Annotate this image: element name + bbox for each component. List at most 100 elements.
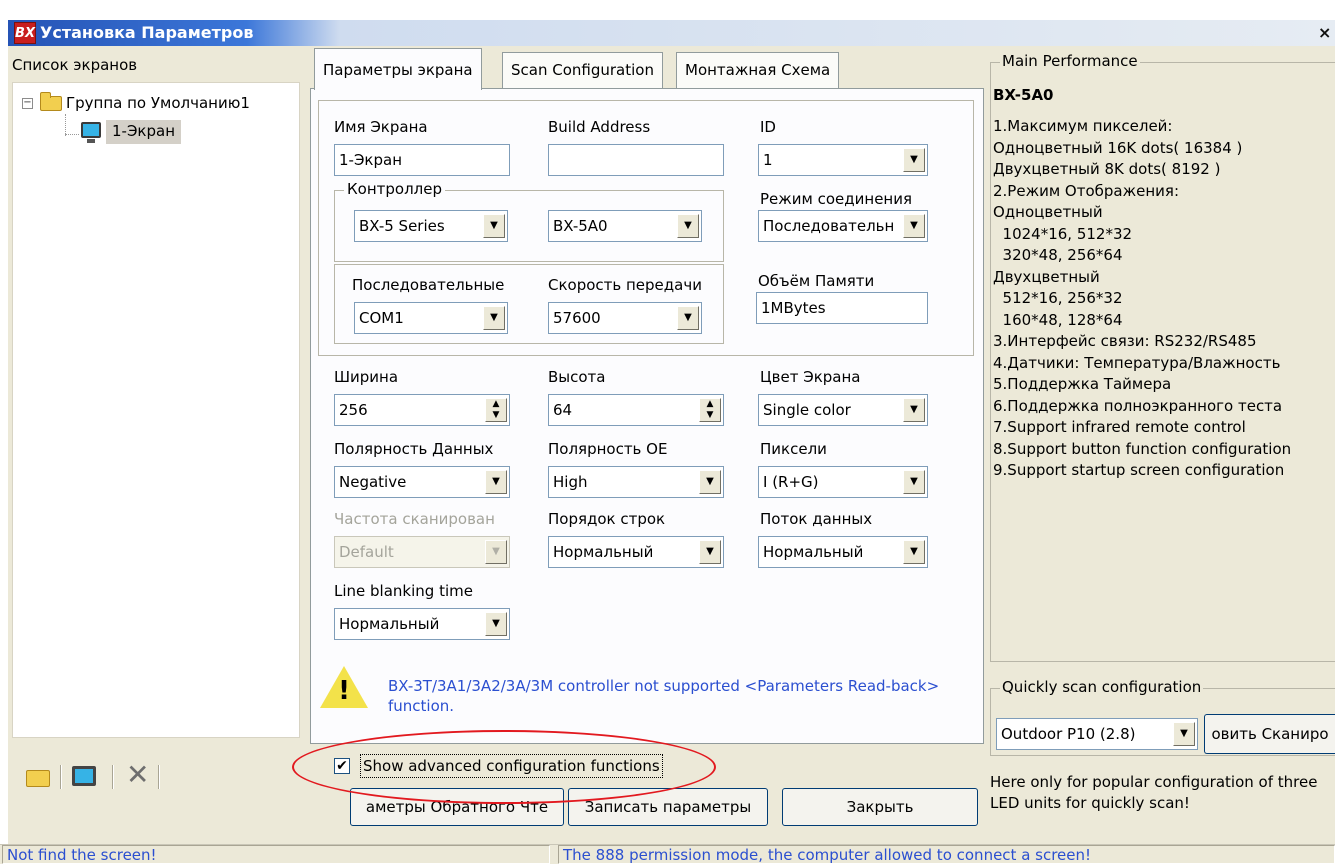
screen-name-label: Имя Экрана xyxy=(334,118,428,136)
performance-line: Двухцветный 8K dots( 8192 ) xyxy=(993,160,1221,178)
screen-color-label: Цвет Экрана xyxy=(760,368,861,386)
oe-polarity-select[interactable]: High ▼ xyxy=(548,466,724,498)
close-button[interactable]: Закрыть xyxy=(782,788,978,826)
serial-port-select[interactable]: COM1 ▼ xyxy=(354,302,508,334)
dropdown-arrow-icon[interactable]: ▼ xyxy=(903,398,925,422)
advanced-config-label[interactable]: Show advanced configuration functions xyxy=(360,754,663,778)
performance-line: 2.Режим Отображения: xyxy=(993,181,1179,200)
dropdown-arrow-icon[interactable]: ▼ xyxy=(903,148,925,172)
dropdown-arrow-icon[interactable]: ▼ xyxy=(677,306,699,330)
performance-line: 1.Максимум пикселей: xyxy=(993,117,1173,135)
performance-line: 4.Датчики: Температура/Влажность xyxy=(993,353,1281,372)
dropdown-arrow-icon[interactable]: ▼ xyxy=(903,214,925,238)
performance-line: 5.Поддержка Таймера xyxy=(993,375,1172,393)
performance-line: 3.Интерфейс связи: RS232/RS485 xyxy=(993,332,1257,350)
tab-scan-configuration[interactable]: Scan Configuration xyxy=(502,52,663,88)
status-right: The 888 permission mode, the computer al… xyxy=(558,845,1335,864)
apply-scan-button[interactable]: овить Сканиро xyxy=(1204,714,1335,754)
monitor-icon xyxy=(81,122,101,143)
pixels-label: Пиксели xyxy=(760,440,827,458)
add-screen-monitor-icon[interactable] xyxy=(72,766,96,786)
row-order-label: Порядок строк xyxy=(548,510,666,528)
performance-line: 320*48, 256*64 xyxy=(993,246,1123,264)
performance-line: 7.Support infrared remote control xyxy=(993,418,1246,436)
dropdown-arrow-icon[interactable]: ▼ xyxy=(485,612,507,636)
collapse-toggle-icon[interactable]: − xyxy=(22,98,33,109)
baud-rate-label: Скорость передачи xyxy=(548,276,702,294)
performance-line: 9.Support startup screen configuration xyxy=(993,461,1285,479)
dropdown-arrow-icon: ▼ xyxy=(485,540,507,564)
data-flow-label: Поток данных xyxy=(760,510,873,528)
data-polarity-select[interactable]: Negative ▼ xyxy=(334,466,510,498)
screen-color-select[interactable]: Single color ▼ xyxy=(758,394,928,426)
performance-list: 1.Максимум пикселей: Одноцветный 16K dot… xyxy=(993,116,1291,482)
dropdown-arrow-icon[interactable]: ▼ xyxy=(699,540,721,564)
readback-params-button[interactable]: аметры Обратного Чте xyxy=(350,788,564,826)
controller-series-select[interactable]: BX-5 Series ▼ xyxy=(354,210,508,242)
oe-polarity-label: Полярность ОЕ xyxy=(548,440,668,458)
build-address-label: Build Address xyxy=(548,118,651,136)
dropdown-arrow-icon[interactable]: ▼ xyxy=(485,470,507,494)
serial-port-label: Последовательные xyxy=(352,276,505,294)
build-address-input[interactable] xyxy=(548,144,724,176)
tree-connector xyxy=(65,114,66,136)
connection-mode-select[interactable]: Последовательн ▼ xyxy=(758,210,928,242)
height-label: Высота xyxy=(548,368,606,386)
warning-exclamation: ! xyxy=(338,676,350,706)
dropdown-arrow-icon[interactable]: ▼ xyxy=(677,214,699,238)
app-logo-icon: BX xyxy=(14,22,36,44)
id-label: ID xyxy=(760,118,776,136)
scan-frequency-select: Default ▼ xyxy=(334,536,510,568)
scan-frequency-label: Частота сканирован xyxy=(334,510,495,528)
performance-line: 6.Поддержка полноэкранного теста xyxy=(993,396,1283,415)
dropdown-arrow-icon[interactable]: ▼ xyxy=(699,470,721,494)
dropdown-arrow-icon[interactable]: ▼ xyxy=(903,540,925,564)
performance-line: 160*48, 128*64 xyxy=(993,310,1123,329)
main-performance-title: Main Performance xyxy=(1000,52,1140,70)
folder-icon xyxy=(40,92,62,111)
controller-legend: Контроллер xyxy=(344,180,445,198)
tab-screen-params[interactable]: Параметры экрана xyxy=(314,48,482,90)
pixels-select[interactable]: I (R+G) ▼ xyxy=(758,466,928,498)
performance-line: Одноцветный xyxy=(993,203,1103,221)
controller-model-select[interactable]: BX-5A0 ▼ xyxy=(548,210,702,242)
dropdown-arrow-icon[interactable]: ▼ xyxy=(1173,722,1195,746)
height-spinner[interactable]: 64 ▲ ▼ xyxy=(548,394,724,426)
controller-model-name: BX-5A0 xyxy=(993,86,1054,104)
line-blanking-select[interactable]: Нормальный ▼ xyxy=(334,608,510,640)
dropdown-arrow-icon[interactable]: ▼ xyxy=(483,214,505,238)
warning-text: BX-3T/3A1/3A2/3A/3M controller not suppo… xyxy=(388,677,940,715)
id-select[interactable]: 1 ▼ xyxy=(758,144,928,176)
performance-line: Двухцветный xyxy=(993,267,1100,286)
write-params-button[interactable]: Записать параметры xyxy=(568,788,768,826)
performance-line: 512*16, 256*32 xyxy=(993,289,1123,307)
toolbar-separator xyxy=(60,765,62,789)
memory-label: Объём Памяти xyxy=(758,272,875,290)
close-window-button[interactable]: × xyxy=(1318,22,1335,44)
width-spinner[interactable]: 256 ▲ ▼ xyxy=(334,394,510,426)
data-flow-select[interactable]: Нормальный ▼ xyxy=(758,536,928,568)
tab-mounting-scheme[interactable]: Монтажная Схема xyxy=(676,52,840,88)
spinner-arrows-icon[interactable]: ▲ ▼ xyxy=(485,398,507,422)
quick-scan-preset-select[interactable]: Outdoor P10 (2.8) ▼ xyxy=(996,718,1198,750)
toolbar-separator xyxy=(158,765,160,789)
spinner-arrows-icon[interactable]: ▲ ▼ xyxy=(699,398,721,422)
baud-rate-select[interactable]: 57600 ▼ xyxy=(548,302,702,334)
line-blanking-label: Line blanking time xyxy=(334,582,473,600)
row-order-select[interactable]: Нормальный ▼ xyxy=(548,536,724,568)
connection-mode-label: Режим соединения xyxy=(760,190,913,208)
memory-input[interactable]: 1MBytes xyxy=(756,292,928,324)
advanced-config-checkbox[interactable]: ✔ xyxy=(334,758,350,774)
quick-scan-note: Here only for popular configuration of t… xyxy=(990,773,1318,812)
screen-name-input[interactable]: 1-Экран xyxy=(334,144,510,176)
width-label: Ширина xyxy=(334,368,399,386)
dropdown-arrow-icon[interactable]: ▼ xyxy=(483,306,505,330)
delete-x-icon[interactable]: ✕ xyxy=(126,760,149,790)
tree-group-item[interactable]: Группа по Умолчанию1 xyxy=(66,94,250,112)
performance-line: 8.Support button function configuration xyxy=(993,439,1292,458)
dropdown-arrow-icon[interactable]: ▼ xyxy=(903,470,925,494)
status-left: Not find the screen! xyxy=(2,845,550,864)
add-group-folder-icon[interactable] xyxy=(26,770,50,787)
screen-list-title: Список экранов xyxy=(12,56,138,74)
tree-screen-item[interactable]: 1-Экран xyxy=(106,120,182,144)
